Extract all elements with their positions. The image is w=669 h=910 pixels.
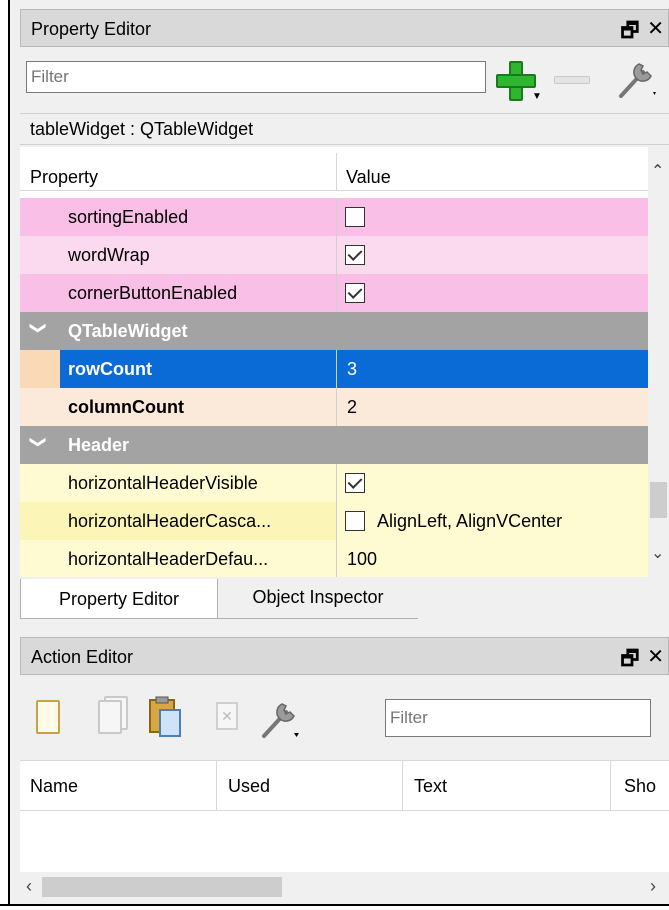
wrench-icon [619,63,656,98]
property-grid: Property Value sortingEnabled wordWrap c… [20,147,648,577]
column-header-text[interactable]: Text [414,776,447,797]
property-row-cornerButtonEnabled[interactable]: cornerButtonEnabled [20,274,648,312]
configure-button[interactable] [610,57,660,103]
property-name: wordWrap [68,245,150,265]
dock-tabs: Property Editor Object Inspector [20,579,669,621]
delete-icon: ✕ [216,702,238,730]
dropdown-arrow-icon: ▼ [532,91,542,102]
new-document-icon [36,700,60,734]
scroll-left-icon[interactable]: ‹ [26,876,32,897]
paste-action-button[interactable] [146,696,186,742]
property-name: cornerButtonEnabled [68,283,238,303]
action-filter-input[interactable] [385,699,651,737]
scroll-down-icon[interactable]: ⌄ [651,543,664,563]
float-icon[interactable]: 🗗 [620,644,639,678]
sortingEnabled-checkbox[interactable] [345,207,365,227]
close-icon[interactable]: ✕ [647,644,664,678]
group-label: Header [68,435,130,455]
property-row-horizontalHeaderCascadingSectionResizes[interactable]: horizontalHeaderCasca... AlignLeft, Alig… [20,502,648,540]
paste-icon [149,696,181,737]
scroll-right-icon[interactable]: › [650,876,656,897]
property-name: horizontalHeaderCasca... [68,511,272,531]
column-header-used[interactable]: Used [228,776,270,797]
wordWrap-checkbox[interactable] [345,245,365,265]
scrollbar-thumb[interactable] [42,877,282,897]
minus-icon [554,76,590,84]
property-grid-vertical-scrollbar[interactable]: ⌃ ⌄ [648,147,669,577]
selected-object-label: tableWidget : QTableWidget [20,113,669,145]
property-name: rowCount [68,359,152,379]
property-row-sortingEnabled[interactable]: sortingEnabled [20,198,648,236]
default-section-size-value[interactable]: 100 [347,549,377,570]
group-label: QTableWidget [68,321,188,341]
property-row-columnCount[interactable]: columnCount 2 [20,388,648,426]
action-list-horizontal-scrollbar[interactable]: ‹ › [20,872,669,902]
column-header-shortcut[interactable]: Sho [624,776,656,797]
property-grid-header: Property Value [20,147,648,191]
action-list: Name Used Text Sho [20,760,669,872]
plus-icon [496,59,536,103]
property-row-horizontalHeaderVisible[interactable]: horizontalHeaderVisible [20,464,648,502]
property-row-wordWrap[interactable]: wordWrap [20,236,648,274]
scrollbar-thumb[interactable] [650,482,667,518]
cornerButtonEnabled-checkbox[interactable] [345,283,365,303]
group-qtablewidget[interactable]: ❯ QTableWidget [20,312,648,350]
property-name: horizontalHeaderDefau... [68,549,269,569]
alignment-value[interactable]: AlignLeft, AlignVCenter [377,511,562,532]
remove-dynamic-property-button[interactable] [554,57,594,103]
add-dynamic-property-button[interactable]: ▼ [492,57,542,103]
horizontalHeaderVisible-checkbox[interactable] [345,473,365,493]
new-action-button[interactable] [28,696,68,742]
property-editor-title: Property Editor [31,19,152,39]
group-header[interactable]: ❯ Header [20,426,648,464]
action-editor-title: Action Editor [31,647,134,667]
property-name: horizontalHeaderVisible [68,473,258,493]
tab-property-editor[interactable]: Property Editor [20,579,218,619]
property-row-horizontalHeaderDefaultSectionSize[interactable]: horizontalHeaderDefau... 100 [20,540,648,577]
chevron-down-icon[interactable]: ❯ [29,435,49,448]
copy-action-button[interactable] [90,696,130,742]
property-row-rowCount[interactable]: rowCount 3 [20,350,648,388]
close-icon[interactable]: ✕ [647,16,664,50]
chevron-down-icon[interactable]: ❯ [29,321,49,334]
property-editor-titlebar[interactable]: Property Editor 🗗 ✕ [20,9,669,47]
column-header-value[interactable]: Value [346,167,391,188]
configure-action-editor-button[interactable] [256,696,306,742]
scroll-up-icon[interactable]: ⌃ [651,161,664,181]
action-editor-titlebar[interactable]: Action Editor 🗗 ✕ [20,637,669,675]
rowCount-value[interactable]: 3 [347,359,357,380]
property-filter-input[interactable] [26,61,486,93]
action-editor-toolbar: ✕ [20,678,669,750]
window-edge-bottom [0,904,669,910]
property-name: columnCount [68,397,184,417]
window-edge-left [0,0,10,910]
tab-object-inspector[interactable]: Object Inspector [218,579,418,619]
float-icon[interactable]: 🗗 [620,16,639,50]
wrench-icon [262,703,299,738]
delete-action-button[interactable]: ✕ [206,696,246,742]
column-header-name[interactable]: Name [30,776,78,797]
columnCount-value[interactable]: 2 [347,397,357,418]
action-list-header: Name Used Text Sho [20,761,669,811]
column-header-property[interactable]: Property [30,167,98,188]
designer-dock-area: Property Editor 🗗 ✕ ▼ tableWidget : QTab… [0,0,669,910]
property-filter-toolbar: ▼ [20,51,669,111]
property-name: sortingEnabled [68,207,189,227]
horizontalHeaderCascading-checkbox[interactable] [345,511,365,531]
